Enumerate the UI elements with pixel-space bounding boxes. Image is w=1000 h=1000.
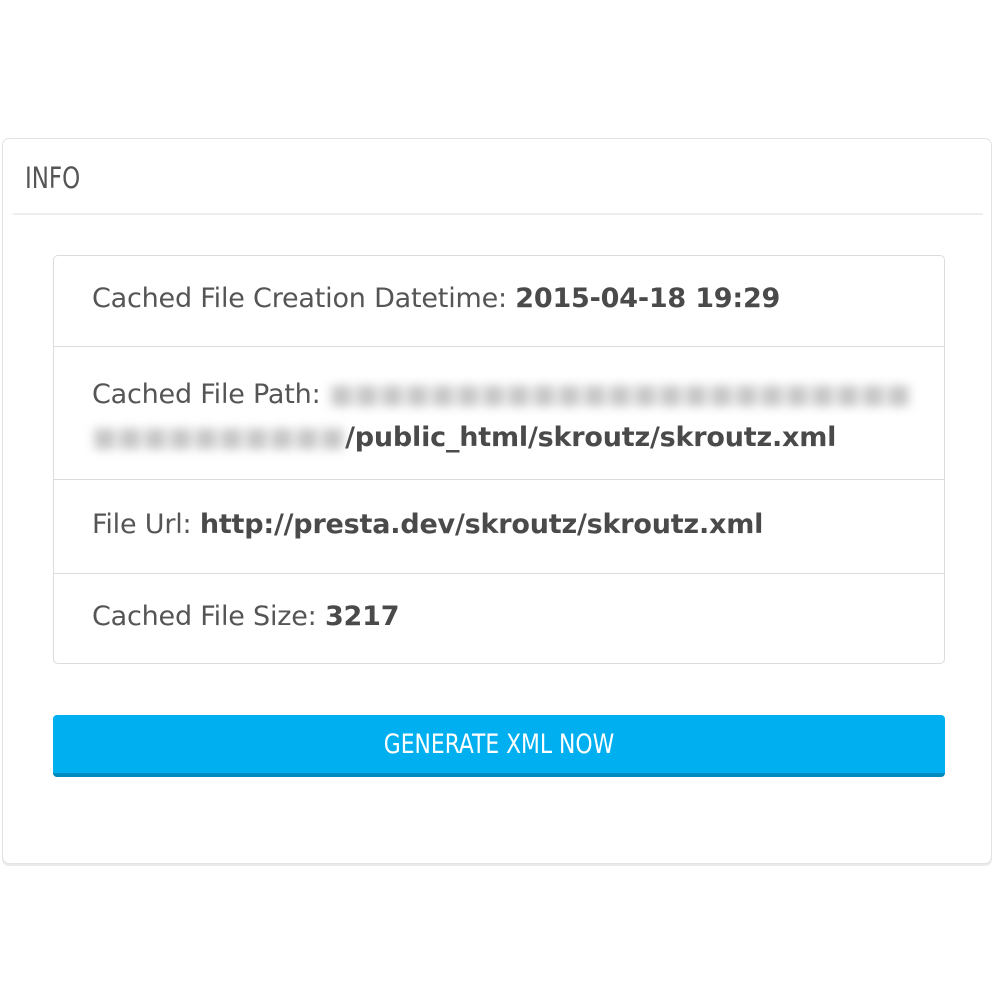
panel-title: INFO <box>25 161 81 195</box>
list-item-path: Cached File Path: ■■■■■■■■■■■■■■■■■■■■■■… <box>54 347 944 480</box>
redacted-path-segment-2: ■■■■■■■■■■ <box>92 422 346 453</box>
datetime-value: 2015-04-18 19:29 <box>515 283 781 314</box>
size-label: Cached File Size: <box>92 601 317 632</box>
panel-heading: INFO <box>13 139 983 215</box>
path-value: /public_html/skroutz/skroutz.xml <box>345 422 837 453</box>
info-panel: INFO Cached File Creation Datetime: 2015… <box>2 138 992 864</box>
list-item-datetime: Cached File Creation Datetime: 2015-04-1… <box>54 256 944 347</box>
info-list: Cached File Creation Datetime: 2015-04-1… <box>53 255 945 664</box>
url-value: http://presta.dev/skroutz/skroutz.xml <box>199 509 764 540</box>
generate-xml-button[interactable]: GENERATE XML NOW <box>53 715 945 777</box>
generate-xml-button-label: GENERATE XML NOW <box>383 729 615 760</box>
list-item-size: Cached File Size: 3217 <box>54 574 944 663</box>
page: INFO Cached File Creation Datetime: 2015… <box>0 0 1000 1000</box>
redacted-path-segment: ■■■■■■■■■■■■■■■■■■■■■■■ <box>328 379 911 410</box>
list-item-url: File Url: http://presta.dev/skroutz/skro… <box>54 480 944 574</box>
path-label: Cached File Path: <box>92 379 321 410</box>
size-value: 3217 <box>324 601 400 632</box>
datetime-label: Cached File Creation Datetime: <box>92 283 507 314</box>
url-label: File Url: <box>92 509 192 540</box>
